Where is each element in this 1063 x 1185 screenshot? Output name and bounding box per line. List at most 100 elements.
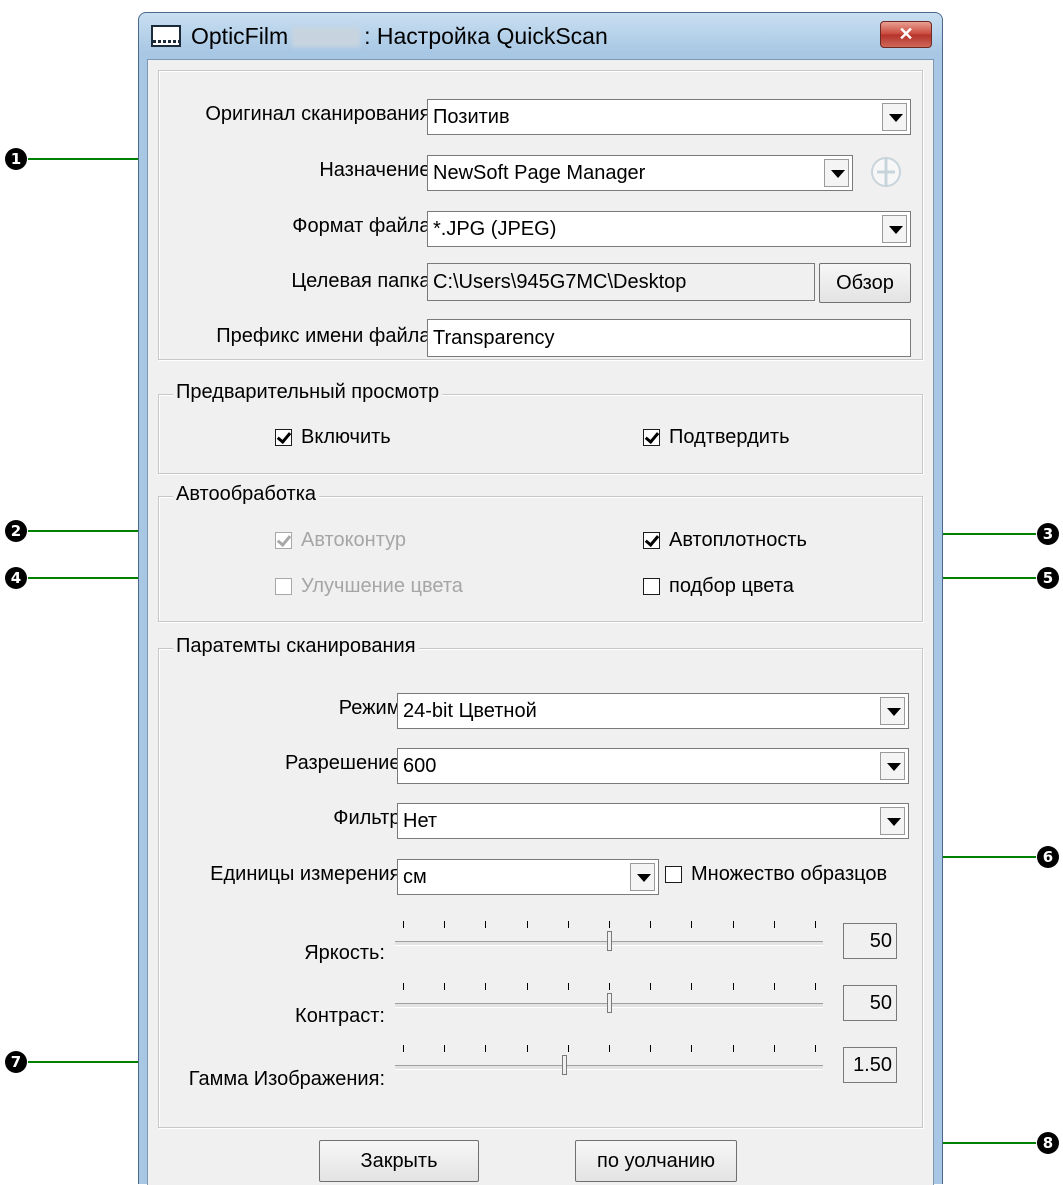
slider-tick (650, 1045, 651, 1052)
gamma-slider[interactable] (395, 1041, 823, 1081)
brightness-slider[interactable] (395, 917, 823, 957)
slider-tick (403, 921, 404, 928)
gamma-value-box[interactable]: 1.50 (843, 1047, 897, 1083)
title-redacted-model (292, 27, 361, 47)
slider-tick (403, 1045, 404, 1052)
slider-tick (444, 983, 445, 990)
mode-combo[interactable]: 24-bit Цветной (397, 693, 909, 729)
autodensity-label[interactable]: Автоплотность (669, 529, 807, 552)
preview-enable-checkbox[interactable] (275, 429, 292, 446)
preview-confirm-label[interactable]: Подтвердить (669, 426, 790, 449)
source-combo[interactable]: Позитив (427, 99, 911, 135)
slider-tick (444, 921, 445, 928)
resolution-combo[interactable]: 600 (397, 748, 909, 784)
callout-marker-3: 3 (1037, 523, 1059, 545)
gamma-label: Гамма Изображения: (188, 1068, 385, 1090)
chevron-down-icon[interactable] (630, 863, 655, 891)
slider-ticks (395, 983, 823, 991)
filter-label: Фильтр: (333, 807, 406, 829)
gamma-value: 1.50 (853, 1054, 892, 1076)
chevron-down-icon[interactable] (880, 697, 905, 725)
callout-3-text: 3 (1043, 525, 1053, 543)
slider-thumb[interactable] (607, 993, 612, 1013)
multi-sample-checkbox[interactable] (665, 866, 682, 883)
folder-field[interactable]: C:\Users\945G7MC\Desktop (427, 263, 815, 301)
slider-tick (444, 1045, 445, 1052)
contrast-value-box[interactable]: 50 (843, 985, 897, 1021)
color-match-label[interactable]: подбор цвета (669, 575, 794, 598)
contrast-label: Контраст: (295, 1005, 385, 1027)
folder-label: Целевая папка: (291, 270, 436, 292)
callout-2-text: 2 (11, 522, 21, 540)
resolution-label: Разрешение: (284, 752, 406, 774)
format-value: *.JPG (JPEG) (433, 218, 557, 240)
contrast-value: 50 (869, 992, 892, 1014)
title-window-name: : Настройка QuickScan (364, 23, 608, 49)
close-window-button[interactable]: ✕ (880, 21, 932, 48)
units-combo[interactable]: см (397, 859, 659, 895)
preview-enable-label[interactable]: Включить (301, 426, 391, 449)
mode-label: Режим: (338, 697, 406, 719)
scan-parameters-legend: Паратемты сканирования (173, 635, 419, 658)
slider-tick (650, 921, 651, 928)
chevron-down-icon[interactable] (882, 215, 907, 243)
auto-processing-legend: Автообработка (173, 483, 320, 506)
autodensity-checkbox[interactable] (643, 532, 660, 549)
slider-thumb[interactable] (607, 931, 612, 951)
callout-marker-6: 6 (1037, 846, 1059, 868)
chevron-down-icon[interactable] (880, 752, 905, 780)
autocontour-checkbox[interactable] (275, 532, 292, 549)
format-combo[interactable]: *.JPG (JPEG) (427, 211, 911, 247)
slider-tick (815, 983, 816, 990)
slider-tick (485, 921, 486, 928)
prefix-field[interactable]: Transparency (427, 319, 911, 357)
autocontour-label[interactable]: Автоконтур (301, 529, 406, 552)
destination-combo[interactable]: NewSoft Page Manager (427, 155, 853, 191)
units-value: см (403, 866, 427, 888)
callout-marker-2: 2 (5, 520, 27, 542)
color-enhance-label[interactable]: Улучшение цвета (301, 575, 463, 598)
color-match-checkbox[interactable] (643, 578, 660, 595)
slider-tick (609, 1045, 610, 1052)
chevron-down-icon[interactable] (824, 159, 849, 187)
contrast-slider[interactable] (395, 979, 823, 1019)
slider-tick (485, 983, 486, 990)
slider-tick (650, 983, 651, 990)
brightness-value: 50 (869, 930, 892, 952)
slider-tick (568, 983, 569, 990)
brightness-value-box[interactable]: 50 (843, 923, 897, 959)
slider-thumb[interactable] (562, 1055, 567, 1075)
close-button[interactable]: Закрыть (319, 1140, 479, 1182)
resolution-value: 600 (403, 755, 437, 777)
filter-combo[interactable]: Нет (397, 803, 909, 839)
callout-5-text: 5 (1043, 569, 1053, 587)
chevron-down-icon[interactable] (880, 807, 905, 835)
slider-tick (815, 1045, 816, 1052)
browse-button[interactable]: Обзор (819, 263, 911, 303)
multi-sample-label[interactable]: Множество образцов (691, 863, 887, 886)
destination-config-icon[interactable] (867, 153, 905, 191)
source-label: Оригинал сканирования: (205, 103, 436, 125)
chevron-down-icon[interactable] (882, 103, 907, 131)
slider-tick (485, 1045, 486, 1052)
callout-4-text: 4 (11, 569, 21, 587)
title-bar[interactable]: OpticFilm: Настройка QuickScan ✕ (139, 13, 942, 59)
callout-marker-7: 7 (5, 1051, 27, 1073)
source-value: Позитив (433, 106, 510, 128)
slider-tick (527, 1045, 528, 1052)
destination-value: NewSoft Page Manager (433, 162, 646, 184)
slider-ticks (395, 921, 823, 929)
slider-tick (609, 921, 610, 928)
preview-confirm-checkbox[interactable] (643, 429, 660, 446)
filter-value: Нет (403, 810, 438, 832)
preview-group: Предварительный просмотр Включить Подтве… (158, 381, 923, 474)
slider-tick (609, 983, 610, 990)
default-button[interactable]: по уолчанию (575, 1140, 737, 1182)
brightness-label: Яркость: (304, 942, 385, 964)
dialog-client-area: Оригинал сканирования: Позитив Назначени… (147, 59, 934, 1185)
color-enhance-checkbox[interactable] (275, 578, 292, 595)
mode-value: 24-bit Цветной (403, 700, 537, 722)
callout-arrow-1 (28, 158, 138, 160)
callout-marker-4: 4 (5, 567, 27, 589)
slider-tick (527, 921, 528, 928)
